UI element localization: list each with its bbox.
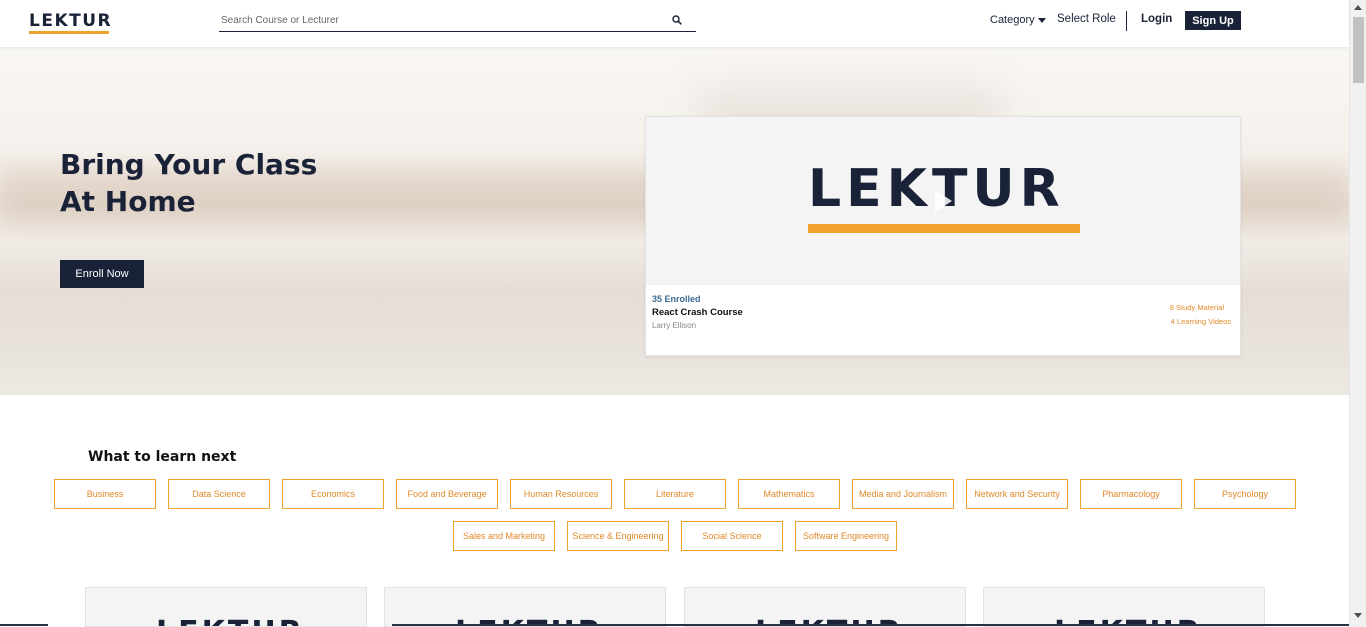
category-chip[interactable]: Network and Security (966, 479, 1068, 509)
nav-divider (1126, 11, 1127, 31)
category-chip[interactable]: Social Science (681, 521, 783, 551)
hero-title-line: Bring Your Class (60, 148, 318, 181)
page-divider (0, 624, 48, 626)
hero-title: Bring Your Class At Home (60, 146, 380, 220)
search-input[interactable] (219, 10, 659, 31)
scroll-down-icon[interactable] (1354, 613, 1362, 618)
category-chip[interactable]: Pharmacology (1080, 479, 1182, 509)
category-chip[interactable]: Software Engineering (795, 521, 897, 551)
lektur-logo[interactable]: LEKTUR (29, 11, 112, 31)
course-card[interactable]: LEKTUR (85, 587, 367, 627)
category-chip[interactable]: Media and Journalism (852, 479, 954, 509)
course-card[interactable]: LEKTUR (384, 587, 666, 627)
enroll-now-button[interactable]: Enroll Now (60, 260, 144, 288)
enrolled-count: 35 Enrolled (652, 294, 701, 304)
featured-course-card[interactable]: LEKTUR 35 Enrolled React Crash Course La… (645, 116, 1241, 356)
thumbnail-logo-underline (808, 224, 1080, 233)
category-chip[interactable]: Human Resources (510, 479, 612, 509)
page-divider (392, 624, 1349, 626)
learning-videos-count: 4 Learning Videos (1170, 317, 1231, 326)
category-chip[interactable]: Economics (282, 479, 384, 509)
logo-underline (29, 31, 109, 34)
page-scrollbar[interactable] (1349, 0, 1366, 627)
signup-button[interactable]: Sign Up (1185, 11, 1241, 30)
category-chip[interactable]: Data Science (168, 479, 270, 509)
category-chip[interactable]: Sales and Marketing (453, 521, 555, 551)
hero-title-line: At Home (60, 185, 196, 218)
chevron-down-icon (1037, 17, 1046, 23)
course-title[interactable]: React Crash Course (652, 307, 743, 318)
course-card[interactable]: LEKTUR (983, 587, 1265, 627)
search-icon[interactable] (672, 15, 682, 25)
category-dropdown[interactable]: Category (990, 14, 1046, 26)
search-bar (219, 10, 696, 32)
category-chip[interactable]: Food and Beverage (396, 479, 498, 509)
top-navbar: LEKTUR Category Select Role Login Sign U… (0, 0, 1349, 48)
category-chip[interactable]: Literature (624, 479, 726, 509)
course-card[interactable]: LEKTUR (684, 587, 966, 627)
category-chip[interactable]: Psychology (1194, 479, 1296, 509)
category-chip[interactable]: Science & Engineering (567, 521, 669, 551)
study-material-count: 8 Study Material (1169, 303, 1224, 312)
course-card-thumbnail-logo: LEKTUR (156, 618, 305, 627)
select-role-link[interactable]: Select Role (1057, 13, 1116, 25)
category-label: Category (990, 14, 1035, 26)
learn-next-heading: What to learn next (88, 449, 237, 465)
course-video-thumbnail[interactable]: LEKTUR (646, 117, 1240, 285)
scroll-up-icon[interactable] (1354, 5, 1362, 10)
scrollbar-thumb[interactable] (1353, 17, 1364, 83)
category-chip[interactable]: Business (54, 479, 156, 509)
play-icon[interactable] (933, 189, 953, 213)
login-button[interactable]: Login (1141, 13, 1172, 25)
category-chip[interactable]: Mathematics (738, 479, 840, 509)
course-author: Larry Ellison (652, 321, 697, 330)
